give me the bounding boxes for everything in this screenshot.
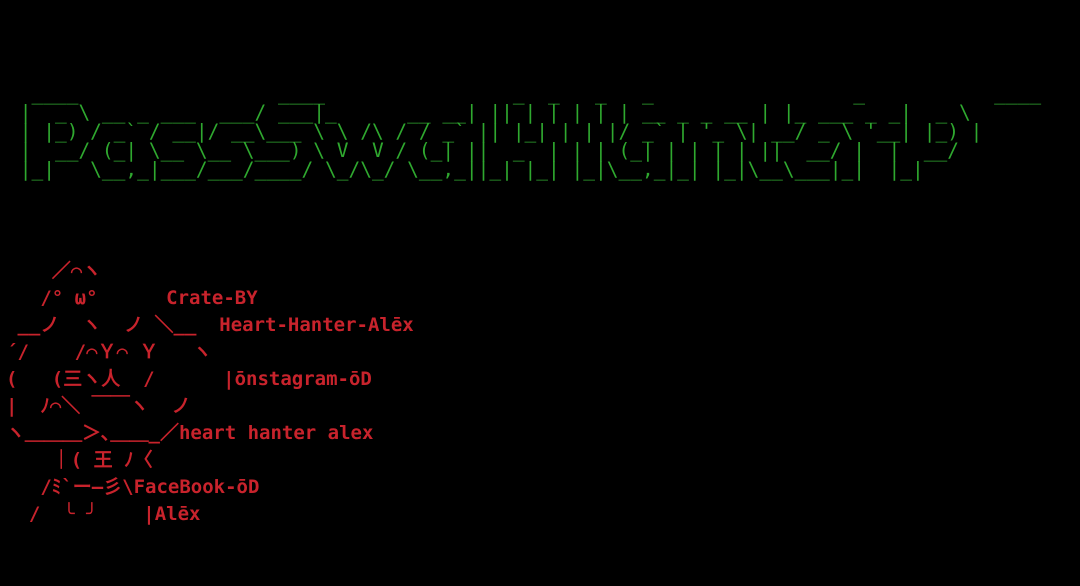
passwordhunter-ascii-banner: ____ ____ _ _ _ _ _ ____ | _ \ __ _ ___ … — [19, 82, 1042, 181]
art-line-4: ´/ /⌒Ｙ⌒ Ｙ ヽ — [6, 341, 212, 363]
art-line-1: ／⌒ヽ — [6, 260, 102, 282]
credit-instagram-id: ( (三ヽ人 / |ōnstagram-ōD — [6, 368, 372, 390]
art-line-6: | ﾉ⌒＼ ￣￣ヽ ノ — [6, 395, 191, 417]
credit-author-name: __ノ ヽ ノ ＼__ Heart-Hanter-Alēx — [6, 314, 414, 336]
ascii-art-credits: ／⌒ヽ /° ω° Crate-BY __ノ ヽ ノ ＼__ Heart-Han… — [6, 258, 526, 538]
credit-facebook-handle: / ╰ ╯ |Alēx — [6, 503, 201, 525]
terminal-window: ____ ____ _ _ _ _ _ ____ | _ \ __ _ ___ … — [0, 0, 1080, 586]
credit-instagram-handle: ヽ＿＿＿＞､＿＿_／heart hanter alex — [6, 422, 374, 444]
credit-crate-by: /° ω° Crate-BY — [6, 287, 258, 309]
credit-facebook-id: /ﾐ`ー―彡\FaceBook-ōD — [6, 476, 260, 498]
art-line-8: ｜( 王 ﾉ〈 — [6, 449, 153, 471]
